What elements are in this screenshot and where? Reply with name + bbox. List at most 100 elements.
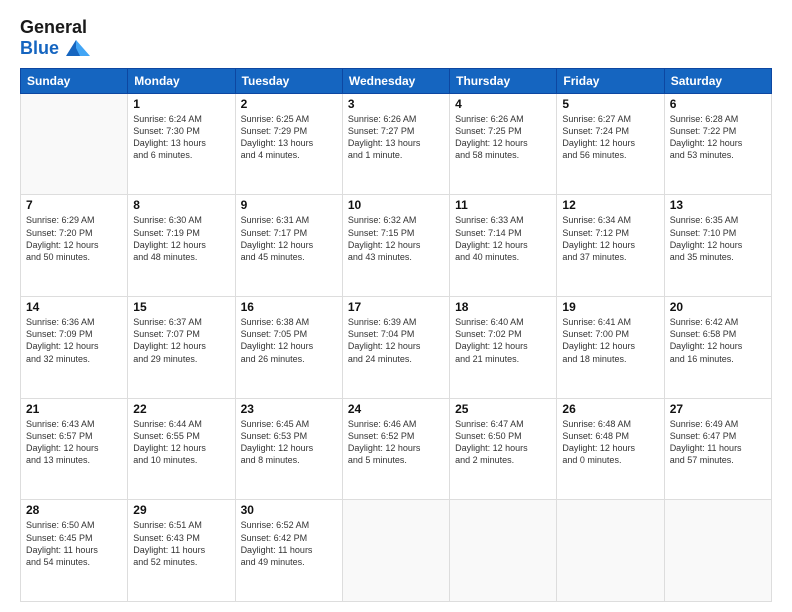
day-info: Sunrise: 6:51 AM Sunset: 6:43 PM Dayligh… xyxy=(133,519,229,568)
day-cell: 2Sunrise: 6:25 AM Sunset: 7:29 PM Daylig… xyxy=(235,93,342,195)
day-number: 27 xyxy=(670,402,766,416)
day-number: 5 xyxy=(562,97,658,111)
weekday-header-row: SundayMondayTuesdayWednesdayThursdayFrid… xyxy=(21,68,772,93)
day-cell: 17Sunrise: 6:39 AM Sunset: 7:04 PM Dayli… xyxy=(342,297,449,399)
weekday-thursday: Thursday xyxy=(450,68,557,93)
day-cell: 5 Sunrise: 6:27 AM Sunset: 7:24 PM Daylig… xyxy=(557,93,664,195)
day-number: 19 xyxy=(562,300,658,314)
day-number: 14 xyxy=(26,300,122,314)
day-cell: 27 Sunrise: 6:49 AM Sunset: 6:47 PM Dayli… xyxy=(664,398,771,500)
day-cell xyxy=(342,500,449,602)
day-info: Sunrise: 6:52 AM Sunset: 6:42 PM Dayligh… xyxy=(241,519,337,568)
day-number: 13 xyxy=(670,198,766,212)
day-number: 20 xyxy=(670,300,766,314)
weekday-friday: Friday xyxy=(557,68,664,93)
day-info: Sunrise: 6:35 AM Sunset: 7:10 PM Dayligh… xyxy=(670,214,766,263)
day-info: Sunrise: 6:36 AM Sunset: 7:09 PM Dayligh… xyxy=(26,316,122,365)
day-cell: 4Sunrise: 6:26 AM Sunset: 7:25 PM Daylig… xyxy=(450,93,557,195)
day-info: Sunrise: 6:50 AM Sunset: 6:45 PM Dayligh… xyxy=(26,519,122,568)
day-cell: 25 Sunrise: 6:47 AM Sunset: 6:50 PM Dayli… xyxy=(450,398,557,500)
day-cell xyxy=(21,93,128,195)
day-cell: 19 Sunrise: 6:41 AM Sunset: 7:00 PM Dayli… xyxy=(557,297,664,399)
weekday-saturday: Saturday xyxy=(664,68,771,93)
day-info: Sunrise: 6:41 AM Sunset: 7:00 PM Dayligh… xyxy=(562,316,658,365)
day-info: Sunrise: 6:48 AM Sunset: 6:48 PM Dayligh… xyxy=(562,418,658,467)
day-info: Sunrise: 6:28 AM Sunset: 7:22 PM Dayligh… xyxy=(670,113,766,162)
day-cell: 9 Sunrise: 6:31 AM Sunset: 7:17 PM Daylig… xyxy=(235,195,342,297)
day-number: 16 xyxy=(241,300,337,314)
day-info: Sunrise: 6:24 AM Sunset: 7:30 PM Dayligh… xyxy=(133,113,229,162)
day-info: Sunrise: 6:40 AM Sunset: 7:02 PM Dayligh… xyxy=(455,316,551,365)
day-cell: 18 Sunrise: 6:40 AM Sunset: 7:02 PM Dayli… xyxy=(450,297,557,399)
day-cell: 30 Sunrise: 6:52 AM Sunset: 6:42 PM Dayli… xyxy=(235,500,342,602)
logo-blue: Blue xyxy=(20,39,59,59)
week-row-3: 14 Sunrise: 6:36 AM Sunset: 7:09 PM Dayli… xyxy=(21,297,772,399)
week-row-1: 1 Sunrise: 6:24 AM Sunset: 7:30 PM Daylig… xyxy=(21,93,772,195)
day-number: 25 xyxy=(455,402,551,416)
page: General Blue SundayMondayTuesdayWednesda… xyxy=(0,0,792,612)
week-row-4: 21 Sunrise: 6:43 AM Sunset: 6:57 PM Dayli… xyxy=(21,398,772,500)
day-cell: 15Sunrise: 6:37 AM Sunset: 7:07 PM Dayli… xyxy=(128,297,235,399)
day-info: Sunrise: 6:33 AM Sunset: 7:14 PM Dayligh… xyxy=(455,214,551,263)
day-info: Sunrise: 6:44 AM Sunset: 6:55 PM Dayligh… xyxy=(133,418,229,467)
day-number: 2 xyxy=(241,97,337,111)
week-row-5: 28 Sunrise: 6:50 AM Sunset: 6:45 PM Dayli… xyxy=(21,500,772,602)
day-cell xyxy=(450,500,557,602)
day-number: 3 xyxy=(348,97,444,111)
day-number: 6 xyxy=(670,97,766,111)
weekday-sunday: Sunday xyxy=(21,68,128,93)
day-number: 30 xyxy=(241,503,337,517)
day-number: 28 xyxy=(26,503,122,517)
day-number: 9 xyxy=(241,198,337,212)
day-number: 24 xyxy=(348,402,444,416)
day-info: Sunrise: 6:45 AM Sunset: 6:53 PM Dayligh… xyxy=(241,418,337,467)
day-cell: 6 Sunrise: 6:28 AM Sunset: 7:22 PM Daylig… xyxy=(664,93,771,195)
weekday-monday: Monday xyxy=(128,68,235,93)
day-number: 29 xyxy=(133,503,229,517)
day-info: Sunrise: 6:31 AM Sunset: 7:17 PM Dayligh… xyxy=(241,214,337,263)
day-cell: 8 Sunrise: 6:30 AM Sunset: 7:19 PM Daylig… xyxy=(128,195,235,297)
day-cell: 10Sunrise: 6:32 AM Sunset: 7:15 PM Dayli… xyxy=(342,195,449,297)
day-info: Sunrise: 6:32 AM Sunset: 7:15 PM Dayligh… xyxy=(348,214,444,263)
week-row-2: 7 Sunrise: 6:29 AM Sunset: 7:20 PM Daylig… xyxy=(21,195,772,297)
day-cell: 26 Sunrise: 6:48 AM Sunset: 6:48 PM Dayli… xyxy=(557,398,664,500)
day-number: 18 xyxy=(455,300,551,314)
day-info: Sunrise: 6:30 AM Sunset: 7:19 PM Dayligh… xyxy=(133,214,229,263)
day-number: 8 xyxy=(133,198,229,212)
header: General Blue xyxy=(20,18,772,60)
day-number: 22 xyxy=(133,402,229,416)
day-info: Sunrise: 6:29 AM Sunset: 7:20 PM Dayligh… xyxy=(26,214,122,263)
day-cell: 14 Sunrise: 6:36 AM Sunset: 7:09 PM Dayli… xyxy=(21,297,128,399)
day-number: 23 xyxy=(241,402,337,416)
day-cell: 24Sunrise: 6:46 AM Sunset: 6:52 PM Dayli… xyxy=(342,398,449,500)
day-info: Sunrise: 6:47 AM Sunset: 6:50 PM Dayligh… xyxy=(455,418,551,467)
day-number: 11 xyxy=(455,198,551,212)
day-cell: 20 Sunrise: 6:42 AM Sunset: 6:58 PM Dayli… xyxy=(664,297,771,399)
day-cell: 23 Sunrise: 6:45 AM Sunset: 6:53 PM Dayli… xyxy=(235,398,342,500)
day-cell: 21 Sunrise: 6:43 AM Sunset: 6:57 PM Dayli… xyxy=(21,398,128,500)
day-info: Sunrise: 6:43 AM Sunset: 6:57 PM Dayligh… xyxy=(26,418,122,467)
day-cell: 13 Sunrise: 6:35 AM Sunset: 7:10 PM Dayli… xyxy=(664,195,771,297)
day-cell: 3 Sunrise: 6:26 AM Sunset: 7:27 PM Daylig… xyxy=(342,93,449,195)
day-info: Sunrise: 6:39 AM Sunset: 7:04 PM Dayligh… xyxy=(348,316,444,365)
day-info: Sunrise: 6:42 AM Sunset: 6:58 PM Dayligh… xyxy=(670,316,766,365)
day-info: Sunrise: 6:26 AM Sunset: 7:25 PM Dayligh… xyxy=(455,113,551,162)
day-number: 1 xyxy=(133,97,229,111)
day-info: Sunrise: 6:27 AM Sunset: 7:24 PM Dayligh… xyxy=(562,113,658,162)
calendar-table: SundayMondayTuesdayWednesdayThursdayFrid… xyxy=(20,68,772,602)
day-info: Sunrise: 6:49 AM Sunset: 6:47 PM Dayligh… xyxy=(670,418,766,467)
weekday-tuesday: Tuesday xyxy=(235,68,342,93)
day-cell: 11 Sunrise: 6:33 AM Sunset: 7:14 PM Dayli… xyxy=(450,195,557,297)
logo-general: General xyxy=(20,18,90,38)
day-cell: 16Sunrise: 6:38 AM Sunset: 7:05 PM Dayli… xyxy=(235,297,342,399)
day-number: 21 xyxy=(26,402,122,416)
day-cell: 7 Sunrise: 6:29 AM Sunset: 7:20 PM Daylig… xyxy=(21,195,128,297)
day-cell xyxy=(557,500,664,602)
day-number: 12 xyxy=(562,198,658,212)
day-info: Sunrise: 6:37 AM Sunset: 7:07 PM Dayligh… xyxy=(133,316,229,365)
day-info: Sunrise: 6:26 AM Sunset: 7:27 PM Dayligh… xyxy=(348,113,444,162)
day-info: Sunrise: 6:34 AM Sunset: 7:12 PM Dayligh… xyxy=(562,214,658,263)
day-number: 26 xyxy=(562,402,658,416)
day-cell: 12 Sunrise: 6:34 AM Sunset: 7:12 PM Dayli… xyxy=(557,195,664,297)
day-number: 7 xyxy=(26,198,122,212)
